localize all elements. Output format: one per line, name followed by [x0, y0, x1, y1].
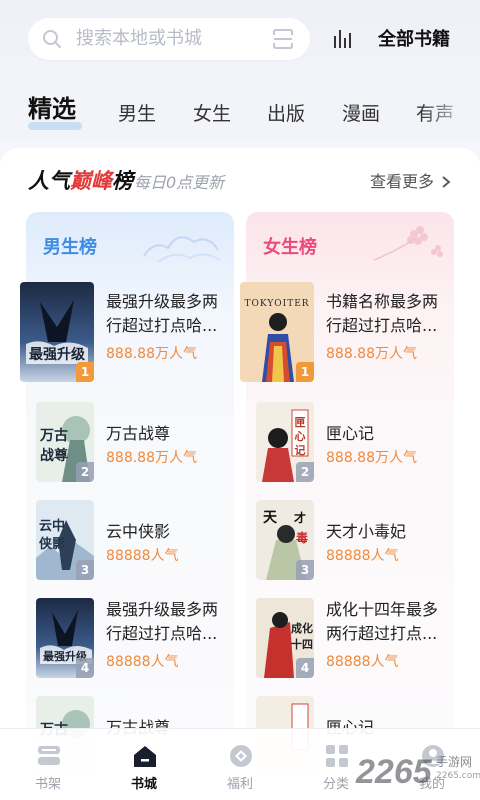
svg-text:TOKYOITER: TOKYOITER — [244, 299, 309, 309]
nav-bookshelf[interactable]: 书架 — [8, 729, 88, 800]
svg-text:最强升级: 最强升级 — [29, 346, 86, 363]
svg-text:战尊: 战尊 — [40, 447, 68, 464]
nav-welfare[interactable]: 福利 — [200, 729, 280, 800]
nav-bookshelf-label: 书架 — [34, 777, 61, 792]
svg-text:才: 才 — [294, 510, 306, 525]
tab-featured[interactable]: 精选 — [28, 94, 76, 124]
female-rank-item-3[interactable]: 天 才 毒 3 天才小毒妃 88888人气 — [246, 500, 454, 584]
watermark-url: 2265.com — [436, 771, 480, 781]
section-title-prefix: 人气 — [28, 168, 70, 193]
rank-badge: 3 — [296, 560, 314, 580]
nav-bookstore[interactable]: 书城 — [104, 729, 184, 800]
book-cover[interactable]: 万古 战尊 2 — [36, 402, 94, 482]
gift-icon — [230, 745, 252, 767]
svg-text:天: 天 — [263, 510, 278, 526]
watermark-text: 手游网 — [436, 755, 473, 769]
rank-badge: 4 — [296, 658, 314, 678]
svg-text:记: 记 — [295, 444, 306, 457]
book-title: 最强升级最多两行超过打点哈... — [106, 292, 219, 335]
ranking-icon[interactable] — [332, 28, 354, 50]
male-rank-panel: 男生榜 最强升级 1 最强升级最多两行超过打点哈... 888.88万人气 万古… — [20, 212, 234, 776]
book-cover[interactable]: 最强升级 4 — [36, 598, 94, 678]
male-rank-title: 男生榜 — [43, 237, 97, 258]
search-placeholder: 搜索本地或书城 — [76, 28, 202, 49]
watermark-number: 2265 — [356, 753, 432, 791]
tab-fade-overlay — [420, 82, 480, 140]
book-title: 最强升级最多两行超过打点哈... — [106, 600, 219, 643]
nav-welfare-label: 福利 — [226, 777, 253, 792]
tab-male[interactable]: 男生 — [118, 102, 156, 126]
book-cover[interactable]: 云中 侠影 3 — [36, 500, 94, 580]
rank-badge: 2 — [76, 462, 94, 482]
male-rank-item-4[interactable]: 最强升级 4 最强升级最多两行超过打点哈... 88888人气 — [26, 598, 234, 682]
tab-female[interactable]: 女生 — [193, 102, 231, 126]
book-popularity: 888.88万人气 — [106, 346, 197, 362]
book-popularity: 88888人气 — [326, 548, 399, 564]
female-rank-title: 女生榜 — [263, 237, 317, 258]
category-tabs: 精选 男生 女生 出版 漫画 有声 — [0, 82, 480, 140]
top-bar: 搜索本地或书城 全部书籍 — [0, 0, 480, 82]
book-cover[interactable]: TOKYOITER 1 — [240, 282, 314, 382]
search-bar[interactable]: 搜索本地或书城 — [28, 18, 310, 60]
book-title: 云中侠影 — [106, 522, 171, 541]
search-icon — [43, 30, 61, 48]
rank-badge: 2 — [296, 462, 314, 482]
female-rank-item-4[interactable]: 成化 十四 4 成化十四年最多两行超过打点... 88888人气 — [246, 598, 454, 682]
svg-text:云中: 云中 — [39, 518, 65, 534]
book-title: 匣心记 — [326, 424, 375, 443]
book-cover[interactable]: 成化 十四 4 — [256, 598, 314, 678]
svg-text:匣: 匣 — [295, 415, 306, 429]
book-popularity: 88888人气 — [106, 654, 179, 670]
svg-text:心: 心 — [295, 430, 306, 443]
flower-decoration — [373, 226, 443, 261]
section-title: 人气巅峰榜 — [28, 166, 133, 196]
rank-badge: 3 — [76, 560, 94, 580]
scan-icon[interactable] — [272, 28, 294, 50]
section-title-highlight: 巅峰 — [70, 168, 112, 193]
book-title: 天才小毒妃 — [326, 522, 407, 541]
nav-bookstore-label: 书城 — [130, 777, 157, 792]
book-cover[interactable]: 匣 心 记 2 — [256, 402, 314, 482]
chevron-right-icon[interactable] — [440, 175, 452, 189]
svg-text:万古: 万古 — [39, 427, 68, 444]
svg-text:侠影: 侠影 — [39, 536, 65, 552]
book-popularity: 88888人气 — [106, 548, 179, 564]
book-title: 书籍名称最多两行超过打点哈... — [326, 292, 439, 335]
section-subtitle: 每日0点更新 — [134, 173, 225, 192]
book-popularity: 888.88万人气 — [106, 450, 197, 466]
female-rank-item-2[interactable]: 匣 心 记 2 匣心记 888.88万人气 — [246, 402, 454, 486]
book-popularity: 888.88万人气 — [326, 346, 417, 362]
site-watermark: 2265 手游网 2265.com — [336, 742, 480, 800]
bookshelf-icon — [38, 746, 60, 765]
see-more-link[interactable]: 查看更多 — [370, 171, 434, 193]
svg-text:十四: 十四 — [291, 637, 313, 651]
book-popularity: 88888人气 — [326, 654, 399, 670]
cloud-decoration — [143, 236, 221, 263]
book-cover[interactable]: 天 才 毒 3 — [256, 500, 314, 580]
svg-text:成化: 成化 — [291, 621, 313, 635]
female-rank-item-1[interactable]: TOKYOITER 1 书籍名称最多两行超过打点哈... 888.88万人气 — [240, 282, 454, 382]
rank-badge: 4 — [76, 658, 94, 678]
rank-badge: 1 — [296, 362, 314, 382]
book-title: 成化十四年最多两行超过打点... — [326, 600, 439, 643]
tab-comics[interactable]: 漫画 — [342, 102, 380, 126]
tab-publishing[interactable]: 出版 — [267, 102, 305, 126]
male-rank-item-2[interactable]: 万古 战尊 2 万古战尊 888.88万人气 — [26, 402, 234, 486]
section-title-suffix: 榜 — [112, 168, 133, 193]
male-rank-item-1[interactable]: 最强升级 1 最强升级最多两行超过打点哈... 888.88万人气 — [20, 282, 234, 382]
female-rank-panel: 女生榜 TOKYOITER 1 书籍名称最多两行超过打点哈... 888.88万… — [240, 212, 454, 776]
svg-text:毒: 毒 — [296, 530, 308, 545]
all-books-link[interactable]: 全部书籍 — [378, 28, 450, 52]
rank-badge: 1 — [76, 362, 94, 382]
book-cover[interactable]: 最强升级 1 — [20, 282, 94, 382]
bookstore-icon — [134, 746, 156, 767]
book-title: 万古战尊 — [106, 424, 171, 443]
book-popularity: 888.88万人气 — [326, 450, 417, 466]
male-rank-item-3[interactable]: 云中 侠影 3 云中侠影 88888人气 — [26, 500, 234, 584]
